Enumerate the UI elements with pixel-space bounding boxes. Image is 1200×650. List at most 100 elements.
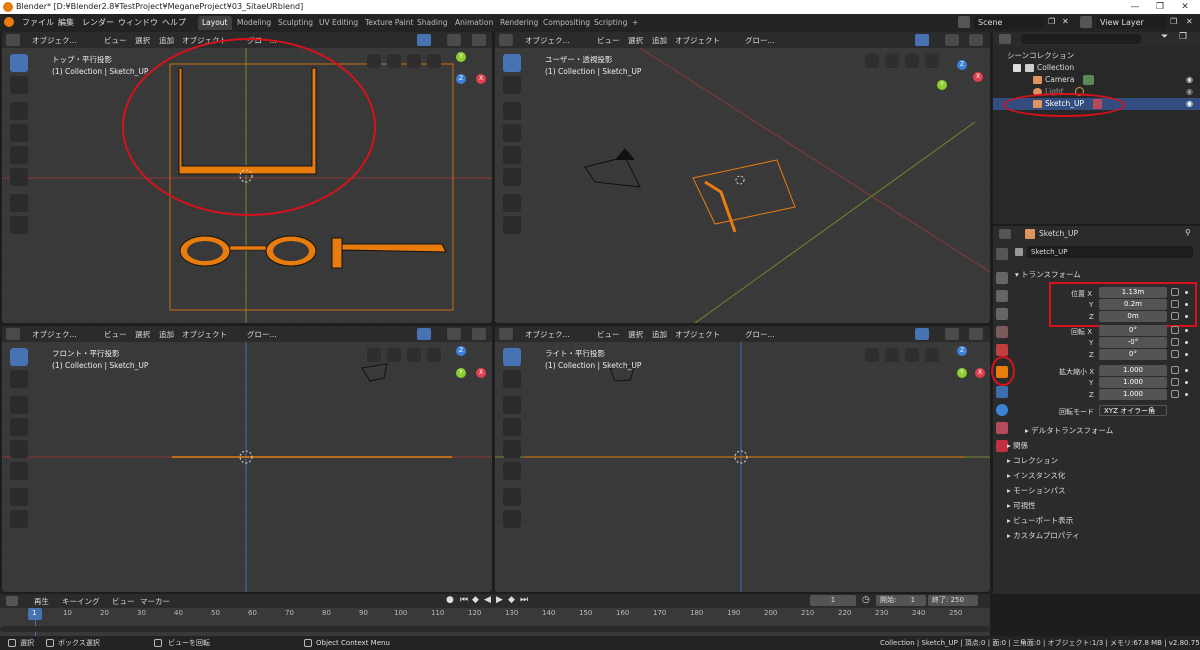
select-menu[interactable]: 選択	[628, 329, 643, 340]
cursor-tool-button[interactable]	[10, 370, 28, 388]
transform-tool-button[interactable]	[10, 168, 28, 186]
editor-type-button[interactable]	[499, 328, 513, 340]
toggle-camera-view-icon[interactable]	[367, 54, 381, 68]
visibility-eye-icon[interactable]: ◉	[1186, 74, 1193, 86]
viewport-front[interactable]: オブジェク... ビュー 選択 追加 オブジェクト グロー... フロント・平行…	[2, 326, 492, 592]
keyframe-icon[interactable]	[1185, 381, 1188, 384]
menu-file[interactable]: ファイル	[22, 17, 54, 28]
cursor-tool-button[interactable]	[503, 370, 521, 388]
measure-tool-button[interactable]	[10, 510, 28, 528]
gizmo-y-axis[interactable]: Y	[456, 52, 466, 62]
transform-orientation-dropdown[interactable]: グロー...	[745, 329, 775, 340]
output-tab-icon[interactable]	[996, 290, 1008, 302]
section-relations[interactable]: ▸ 関係	[1007, 440, 1028, 451]
rotate-tool-button[interactable]	[503, 418, 521, 436]
camera-icon[interactable]	[885, 54, 899, 68]
rotation-y-field[interactable]: -0°	[1099, 337, 1167, 348]
shading-button[interactable]	[472, 34, 486, 46]
section-instancing[interactable]: ▸ インスタンス化	[1007, 470, 1065, 481]
tab-layout[interactable]: Layout	[198, 16, 232, 30]
view-menu[interactable]: ビュー	[597, 35, 620, 46]
editor-type-button[interactable]	[999, 229, 1011, 239]
overlay-toggle-button[interactable]	[447, 328, 461, 340]
mode-dropdown[interactable]: オブジェク...	[525, 35, 570, 46]
rotation-z-field[interactable]: 0°	[1099, 349, 1167, 360]
timeline-menu-keying[interactable]: キーイング	[62, 596, 100, 607]
view-layer-icon[interactable]	[1080, 16, 1092, 28]
tool-tab-icon[interactable]	[996, 248, 1008, 260]
next-keyframe-icon[interactable]: ◆	[508, 595, 515, 605]
scale-tool-button[interactable]	[503, 440, 521, 458]
keyframe-icon[interactable]	[1185, 329, 1188, 332]
camera-icon[interactable]	[387, 348, 401, 362]
select-menu[interactable]: 選択	[628, 35, 643, 46]
add-menu[interactable]: 追加	[159, 35, 174, 46]
add-menu[interactable]: 追加	[159, 329, 174, 340]
gizmo-z-axis[interactable]: Z	[456, 74, 466, 84]
transform-orientation-dropdown[interactable]: グロー...	[247, 329, 277, 340]
scene-tab-icon[interactable]	[996, 326, 1008, 338]
add-menu[interactable]: 追加	[652, 35, 667, 46]
viewport-user[interactable]: オブジェク... ビュー 選択 追加 オブジェクト グロー... ユーザー・透視…	[495, 32, 990, 323]
lock-icon[interactable]	[1171, 390, 1179, 398]
start-frame-field[interactable]: 開始: 1	[876, 595, 926, 606]
lock-icon[interactable]	[1171, 338, 1179, 346]
add-workspace-button[interactable]: +	[628, 16, 642, 30]
add-menu[interactable]: 追加	[652, 329, 667, 340]
select-tool-button[interactable]	[10, 54, 28, 72]
transform-orientation-dropdown[interactable]: グロー...	[745, 35, 775, 46]
toggle-camera-view-icon[interactable]	[865, 54, 879, 68]
section-motion-paths[interactable]: ▸ モーションパス	[1007, 485, 1066, 496]
mode-dropdown[interactable]: オブジェク...	[32, 329, 77, 340]
object-menu[interactable]: オブジェクト	[675, 35, 720, 46]
zoom-icon[interactable]	[427, 348, 441, 362]
object-menu[interactable]: オブジェクト	[182, 329, 227, 340]
timeline-menu-playback[interactable]: 再生	[34, 596, 49, 607]
shading-button[interactable]	[969, 34, 983, 46]
pan-hand-icon[interactable]	[407, 348, 421, 362]
outliner-scene-collection[interactable]: シーンコレクション	[993, 50, 1200, 62]
menu-help[interactable]: ヘルプ	[162, 17, 186, 28]
scene-delete-icon[interactable]: ✕	[1062, 17, 1069, 26]
rotate-tool-button[interactable]	[503, 124, 521, 142]
gizmo-toggle-button[interactable]	[417, 328, 431, 340]
overlay-toggle-button[interactable]	[447, 34, 461, 46]
lock-icon[interactable]	[1171, 366, 1179, 374]
pin-icon[interactable]: ⚲	[1185, 228, 1191, 237]
gizmo-x-axis[interactable]: X	[476, 368, 486, 378]
end-frame-field[interactable]: 終了: 250	[928, 595, 978, 606]
gizmo-x-axis[interactable]: X	[973, 72, 983, 82]
menu-edit[interactable]: 編集	[58, 17, 74, 28]
camera-icon[interactable]	[885, 348, 899, 362]
gizmo-y-axis[interactable]: Y	[957, 368, 967, 378]
overlay-toggle-button[interactable]	[945, 328, 959, 340]
close-button[interactable]: ✕	[1170, 0, 1200, 14]
blender-menu-icon[interactable]	[4, 17, 14, 27]
visibility-eye-icon[interactable]: ◉	[1186, 98, 1193, 110]
outliner-item-collection[interactable]: Collection	[993, 62, 1200, 74]
jump-start-icon[interactable]: ⏮	[460, 595, 468, 605]
transform-tool-button[interactable]	[503, 462, 521, 480]
editor-type-button[interactable]	[6, 596, 18, 606]
visibility-eye-icon[interactable]: ◉	[1186, 86, 1193, 98]
section-custom-properties[interactable]: ▸ カスタムプロパティ	[1007, 530, 1080, 541]
annotate-tool-button[interactable]	[503, 488, 521, 506]
tab-animation[interactable]: Animation	[451, 16, 497, 30]
pan-hand-icon[interactable]	[407, 54, 421, 68]
scale-tool-button[interactable]	[10, 440, 28, 458]
rotation-x-field[interactable]: 0°	[1099, 325, 1167, 336]
tab-modeling[interactable]: Modeling	[233, 16, 275, 30]
rotate-tool-button[interactable]	[10, 418, 28, 436]
tab-compositing[interactable]: Compositing	[539, 16, 594, 30]
filter-icon[interactable]: ⏷	[1161, 32, 1168, 42]
scale-x-field[interactable]: 1.000	[1099, 365, 1167, 376]
transform-section-header[interactable]: ▾ トランスフォーム	[1015, 269, 1081, 280]
object-name-field[interactable]: Sketch_UP	[1027, 246, 1193, 258]
annotate-tool-button[interactable]	[10, 488, 28, 506]
cursor-tool-button[interactable]	[503, 76, 521, 94]
overlay-toggle-button[interactable]	[945, 34, 959, 46]
prev-keyframe-icon[interactable]: ◆	[472, 595, 479, 605]
view-layer-tab-icon[interactable]	[996, 308, 1008, 320]
gizmo-y-axis[interactable]: Y	[937, 80, 947, 90]
tab-rendering[interactable]: Rendering	[496, 16, 542, 30]
